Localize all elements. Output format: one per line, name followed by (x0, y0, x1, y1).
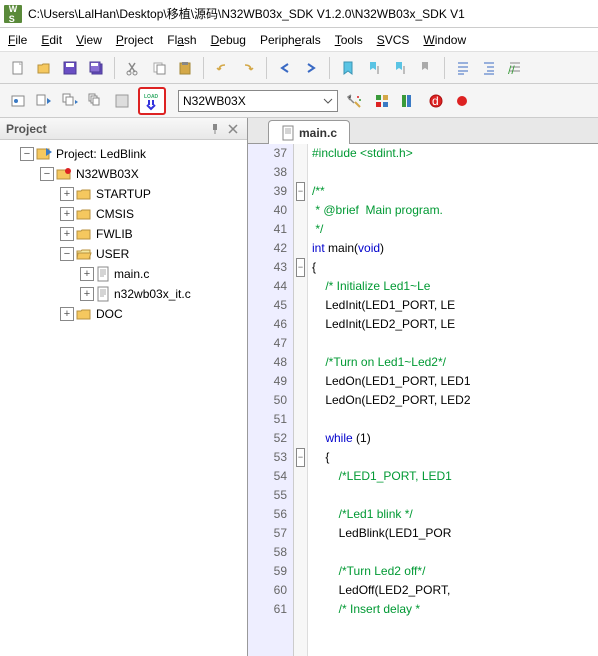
paste-button[interactable] (173, 56, 197, 80)
bookmark-button[interactable] (336, 56, 360, 80)
target-select-value: N32WB03X (183, 94, 246, 108)
line-number-gutter: 3738394041424344454647484950515253545556… (248, 144, 294, 656)
file-icon (96, 286, 110, 302)
tree-root[interactable]: − Project: LedBlink (2, 144, 245, 164)
dropdown-icon (323, 96, 333, 106)
svg-text:LOAD: LOAD (144, 94, 159, 100)
indent-button[interactable] (451, 56, 475, 80)
tree-target[interactable]: − N32WB03X (2, 164, 245, 184)
save-button[interactable] (58, 56, 82, 80)
toolbar-main: // (0, 52, 598, 84)
code-lines[interactable]: #include <stdint.h>/** * @brief Main pro… (308, 144, 598, 656)
menu-view[interactable]: View (76, 33, 102, 47)
translate-button[interactable] (6, 89, 30, 113)
undo-button[interactable] (210, 56, 234, 80)
titlebar: WS C:\Users\LalHan\Desktop\移植\源码\N32WB03… (0, 0, 598, 28)
code-area[interactable]: 3738394041424344454647484950515253545556… (248, 144, 598, 656)
menu-window[interactable]: Window (423, 33, 466, 47)
file-icon (96, 266, 110, 282)
cut-button[interactable] (121, 56, 145, 80)
menu-debug[interactable]: Debug (211, 33, 246, 47)
project-icon (36, 147, 52, 161)
menubar: File Edit View Project Flash Debug Perip… (0, 28, 598, 52)
options-button[interactable] (342, 89, 366, 113)
rebuild-button[interactable] (58, 89, 82, 113)
toolbar-build: LOAD N32WB03X d (0, 84, 598, 118)
manage-button[interactable] (370, 89, 394, 113)
tree-folder-doc[interactable]: + DOC (2, 304, 245, 324)
tree-file-it[interactable]: + n32wb03x_it.c (2, 284, 245, 304)
tab-main[interactable]: main.c (268, 120, 350, 144)
target-select[interactable]: N32WB03X (178, 90, 338, 112)
folder-icon (76, 227, 92, 241)
pin-button[interactable] (207, 121, 223, 137)
svg-text://: // (508, 63, 515, 76)
debug-button[interactable]: d (424, 89, 448, 113)
tree-folder-fwlb[interactable]: + FWLIB (2, 224, 245, 244)
outdent-button[interactable] (477, 56, 501, 80)
svg-text:d: d (432, 94, 439, 108)
menu-project[interactable]: Project (116, 33, 153, 47)
menu-svcs[interactable]: SVCS (377, 33, 410, 47)
download-button[interactable]: LOAD (138, 87, 166, 115)
tree-file-main[interactable]: + main.c (2, 264, 245, 284)
bookmark-clear-button[interactable] (414, 56, 438, 80)
tree-folder-startup[interactable]: + STARTUP (2, 184, 245, 204)
folder-icon (76, 307, 92, 321)
copy-button[interactable] (147, 56, 171, 80)
tree-folder-user[interactable]: − USER (2, 244, 245, 264)
target-icon (56, 167, 72, 181)
tab-label: main.c (299, 126, 337, 140)
tab-bar: main.c (248, 118, 598, 144)
build-batch-button[interactable] (84, 89, 108, 113)
new-file-button[interactable] (6, 56, 30, 80)
folder-icon (76, 207, 92, 221)
menu-file[interactable]: File (8, 33, 27, 47)
menu-flash[interactable]: Flash (167, 33, 196, 47)
close-panel-button[interactable] (225, 121, 241, 137)
project-panel-header: Project (0, 118, 247, 140)
project-panel: Project − Project: LedBlink − N32WB03X +… (0, 118, 248, 656)
file-icon (281, 125, 295, 141)
panel-title: Project (6, 122, 47, 136)
comment-button[interactable]: // (503, 56, 527, 80)
stop-build-button[interactable] (110, 89, 134, 113)
menu-peripherals[interactable]: Peripherals (260, 33, 321, 47)
save-all-button[interactable] (84, 56, 108, 80)
bookmark-prev-button[interactable] (362, 56, 386, 80)
redo-button[interactable] (236, 56, 260, 80)
folder-icon (76, 187, 92, 201)
project-tree[interactable]: − Project: LedBlink − N32WB03X + STARTUP… (0, 140, 247, 656)
nav-back-button[interactable] (273, 56, 297, 80)
window-title: C:\Users\LalHan\Desktop\移植\源码\N32WB03x_S… (28, 5, 465, 22)
editor-panel: main.c 373839404142434445464748495051525… (248, 118, 598, 656)
app-icon: WS (4, 5, 22, 23)
open-file-button[interactable] (32, 56, 56, 80)
bookmark-next-button[interactable] (388, 56, 412, 80)
folder-open-icon (76, 247, 92, 261)
fold-column[interactable]: −−− (294, 144, 308, 656)
menu-tools[interactable]: Tools (335, 33, 363, 47)
nav-forward-button[interactable] (299, 56, 323, 80)
menu-edit[interactable]: Edit (41, 33, 62, 47)
build-button[interactable] (32, 89, 56, 113)
breakpoint-button[interactable] (450, 89, 474, 113)
books-button[interactable] (396, 89, 420, 113)
tree-folder-cmsis[interactable]: + CMSIS (2, 204, 245, 224)
